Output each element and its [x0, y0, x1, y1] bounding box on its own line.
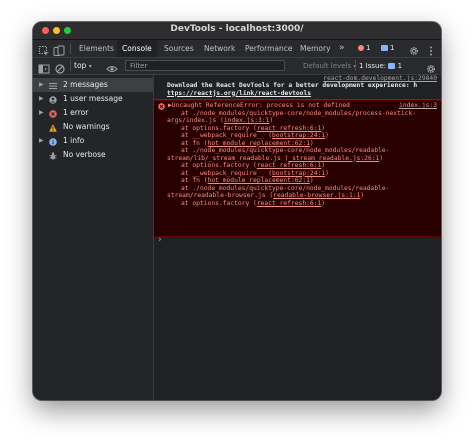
- stack-link[interactable]: hot module replacement:62:1: [208, 177, 310, 184]
- tab-sources[interactable]: Sources: [159, 40, 199, 57]
- source-link[interactable]: index.js:3: [399, 102, 437, 110]
- error-icon: [49, 109, 57, 118]
- error-dot-icon: [358, 44, 364, 51]
- toolbar-separator: [70, 60, 71, 71]
- expand-arrow-icon[interactable]: ▶: [39, 92, 44, 106]
- stack-line: at ./node_modules/quicktype-core/node_mo…: [181, 147, 390, 154]
- error-header[interactable]: ▶Uncaught ReferenceError: process is not…: [168, 102, 350, 110]
- device-toolbar-icon[interactable]: [53, 42, 65, 56]
- stack-line: stream/lib/_stream_readable.js (_stream_…: [167, 154, 384, 162]
- stack-link[interactable]: index.js:3:1: [224, 117, 270, 124]
- user-icon: [49, 95, 57, 104]
- filter-input[interactable]: Filter: [125, 60, 285, 71]
- issues-button[interactable]: 1 Issue: 1: [359, 60, 402, 72]
- stack-line: at options.factory (react refresh:6:1): [181, 199, 326, 207]
- stack-line: at options.factory (react refresh:6:1): [181, 162, 326, 169]
- stack-line: at ./node_modules/quicktype-core/node_mo…: [181, 109, 417, 117]
- bug-icon: [49, 151, 57, 160]
- console-toolbar: top ▾ Filter Default levels ▾ 1 Issue: 1: [33, 58, 441, 75]
- inspect-element-icon[interactable]: [38, 42, 50, 56]
- expand-arrow-icon[interactable]: ▶: [39, 134, 44, 148]
- console-settings-icon[interactable]: [425, 60, 437, 74]
- message-icon: [381, 44, 388, 51]
- issues-icon: [388, 62, 396, 69]
- console-sidebar: ▶ 2 messages ▶ 1 user message ▶ 1 error …: [33, 75, 154, 400]
- tab-console[interactable]: Console: [117, 40, 157, 57]
- stack-line: at __webpack_require__ (bootstrap:24:1): [181, 132, 329, 139]
- expand-arrow-icon[interactable]: ▶: [39, 106, 44, 120]
- info-icon: [49, 137, 57, 146]
- dropdown-arrow-icon: ▾: [88, 63, 92, 70]
- error-log-message: index.js:3 ▶Uncaught ReferenceError: pro…: [154, 100, 441, 237]
- list-icon: [49, 81, 57, 89]
- stack-line: at fn (hot module replacement:62:1): [181, 139, 314, 147]
- stack-link[interactable]: readable-browser.js:1:1: [273, 192, 360, 199]
- log-text-line: Download the React DevTools for a better…: [167, 82, 418, 89]
- log-levels-dropdown[interactable]: Default levels ▾: [303, 60, 356, 72]
- tab-network[interactable]: Network: [199, 40, 240, 57]
- eye-icon[interactable]: [106, 60, 118, 72]
- more-options-icon[interactable]: [425, 42, 437, 56]
- window-title: DevTools - localhost:3000/: [170, 24, 304, 34]
- tab-memory[interactable]: Memory: [295, 40, 336, 57]
- stack-link[interactable]: bootstrap:24:1: [272, 170, 325, 177]
- panel-tab-bar: Elements Console Sources Network Perform…: [33, 40, 441, 58]
- stack-link[interactable]: bootstrap:24:1: [272, 132, 325, 139]
- devtools-link[interactable]: ttps://reactjs.org/link/react-devtools: [167, 90, 311, 98]
- tab-performance[interactable]: Performance: [240, 40, 298, 57]
- tab-elements[interactable]: Elements: [74, 40, 119, 57]
- console-output[interactable]: react-dom.development.js:29840 Download …: [154, 75, 441, 400]
- error-count-badge[interactable]: 1: [355, 43, 373, 54]
- clear-console-icon[interactable]: [54, 60, 66, 74]
- sidebar-toggle-icon[interactable]: [38, 60, 50, 74]
- stack-line: at __webpack_require__ (bootstrap:24:1): [181, 169, 329, 177]
- info-log-message: react-dom.development.js:29840 Download …: [154, 75, 441, 100]
- stack-link[interactable]: _stream_readable.js:26:1: [288, 155, 379, 162]
- error-icon: [158, 102, 165, 113]
- title-bar: DevTools - localhost:3000/: [33, 22, 441, 40]
- sidebar-item-warnings[interactable]: No warnings: [33, 120, 153, 134]
- stack-link[interactable]: react refresh:6:1: [257, 200, 321, 207]
- devtools-window: DevTools - localhost:3000/ Elements Cons…: [33, 22, 441, 400]
- sidebar-item-errors[interactable]: ▶ 1 error: [33, 106, 153, 120]
- sidebar-item-user-messages[interactable]: ▶ 1 user message: [33, 92, 153, 106]
- expand-arrow-icon[interactable]: ▶: [39, 78, 44, 92]
- stack-link[interactable]: react refresh:6:1: [257, 162, 321, 169]
- stack-line: at fn (hot module replacement:62:1): [181, 177, 314, 184]
- stack-link[interactable]: react refresh:6:1: [257, 125, 321, 132]
- toolbar-separator-2: [355, 60, 356, 71]
- context-selector[interactable]: top ▾: [74, 60, 92, 72]
- sidebar-item-info[interactable]: ▶ 1 info: [33, 134, 153, 148]
- sidebar-item-verbose[interactable]: No verbose: [33, 148, 153, 162]
- stack-link[interactable]: hot module replacement:62:1: [208, 140, 310, 147]
- warning-icon: [49, 123, 57, 132]
- more-tabs-button[interactable]: »: [339, 40, 345, 57]
- sidebar-item-messages[interactable]: ▶ 2 messages: [33, 78, 153, 92]
- stack-line: at ./node_modules/quicktype-core/node_mo…: [181, 184, 390, 192]
- stack-line: args/index.js (index.js:3:1): [167, 117, 274, 124]
- console-prompt[interactable]: ›: [158, 235, 162, 245]
- tab-separator: [70, 43, 71, 54]
- stack-line: stream/readable-browser.js (readable-bro…: [167, 192, 365, 199]
- gear-icon[interactable]: [408, 42, 420, 56]
- stack-line: at options.factory (react refresh:6:1): [181, 124, 326, 132]
- message-count-badge[interactable]: 1: [378, 43, 397, 54]
